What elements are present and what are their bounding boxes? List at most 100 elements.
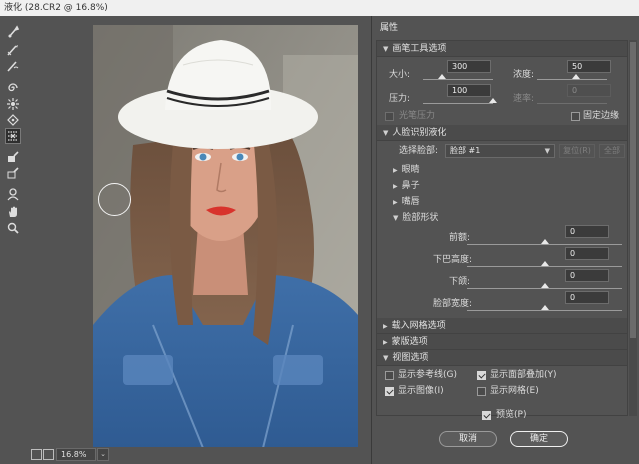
jawline-field[interactable]: 0 bbox=[565, 269, 609, 282]
rate-slider-track bbox=[537, 103, 607, 104]
properties-scroll-area[interactable]: ▼ 画笔工具选项 大小: 300 浓度: 50 压力: 100 速率: 0 光笔压… bbox=[376, 40, 628, 416]
face-width-slider-thumb[interactable] bbox=[541, 305, 549, 310]
face-aware-section[interactable]: ▼ 人脸识别液化 bbox=[377, 125, 627, 141]
size-label: 大小: bbox=[389, 70, 411, 80]
select-face-label: 选择脸部: bbox=[399, 146, 439, 156]
show-guides-label: 显示参考线(G) bbox=[398, 370, 457, 380]
rate-label: 速率: bbox=[513, 94, 535, 104]
properties-panel: 属性 ▼ 画笔工具选项 大小: 300 浓度: 50 压力: 100 速率: 0 … bbox=[371, 16, 639, 464]
show-mesh-checkbox[interactable] bbox=[477, 387, 486, 396]
zoom-dropdown[interactable]: ⌄ bbox=[97, 448, 109, 461]
size-field[interactable]: 300 bbox=[447, 60, 491, 73]
nose-subsection[interactable]: ▶ 鼻子 bbox=[393, 179, 420, 193]
face-tool-icon[interactable] bbox=[5, 186, 21, 202]
show-image-checkbox[interactable] bbox=[385, 387, 394, 396]
section-title: 蒙版选项 bbox=[391, 337, 428, 347]
bloat-tool-icon[interactable] bbox=[5, 112, 21, 128]
forehead-slider-thumb[interactable] bbox=[541, 239, 549, 244]
jawline-slider-thumb[interactable] bbox=[541, 283, 549, 288]
forehead-field[interactable]: 0 bbox=[565, 225, 609, 238]
thaw-mask-tool-icon[interactable] bbox=[5, 165, 21, 181]
pressure-field[interactable]: 100 bbox=[447, 84, 491, 97]
show-mesh-label: 显示网格(E) bbox=[490, 386, 539, 396]
select-face-dropdown[interactable]: 脸部 #1 ▼ bbox=[445, 144, 555, 158]
stylus-pressure-checkbox bbox=[385, 112, 394, 121]
forward-warp-tool-icon[interactable] bbox=[5, 24, 21, 40]
size-slider-thumb[interactable] bbox=[438, 74, 446, 79]
rate-field: 0 bbox=[567, 84, 611, 97]
pucker-tool-icon[interactable] bbox=[5, 96, 21, 112]
expanded-triangle-icon: ▼ bbox=[383, 45, 389, 53]
mouth-label: 嘴唇 bbox=[401, 197, 420, 207]
preview-canvas[interactable] bbox=[26, 16, 370, 448]
pin-edges-label: 固定边缘 bbox=[583, 111, 620, 121]
chin-height-slider-track[interactable] bbox=[467, 266, 622, 267]
chin-height-slider-thumb[interactable] bbox=[541, 261, 549, 266]
ok-button[interactable]: 确定 bbox=[510, 431, 568, 447]
mask-section[interactable]: ▶ 蒙版选项 bbox=[377, 334, 627, 350]
brush-options-section[interactable]: ▼ 画笔工具选项 bbox=[377, 41, 627, 57]
tools-toolbar bbox=[0, 16, 26, 464]
mouth-subsection[interactable]: ▶ 嘴唇 bbox=[393, 195, 420, 209]
zoom-tool-icon[interactable] bbox=[5, 220, 21, 236]
smooth-tool-icon[interactable] bbox=[5, 58, 21, 74]
status-bar: 16.8% ⌄ bbox=[26, 447, 370, 464]
show-face-overlay-checkbox[interactable] bbox=[477, 371, 486, 380]
show-face-overlay-label: 显示面部叠加(Y) bbox=[490, 370, 557, 380]
show-image-label: 显示图像(I) bbox=[398, 386, 444, 396]
zoom-out-icon[interactable] bbox=[31, 449, 42, 460]
push-left-tool-icon[interactable] bbox=[5, 128, 21, 144]
section-title: 画笔工具选项 bbox=[392, 44, 447, 54]
collapsed-triangle-icon: ▶ bbox=[393, 199, 398, 206]
load-mesh-section[interactable]: ▶ 载入网格选项 bbox=[377, 318, 627, 334]
expanded-triangle-icon: ▼ bbox=[383, 354, 389, 362]
density-label: 浓度: bbox=[513, 70, 535, 80]
collapsed-triangle-icon: ▶ bbox=[383, 339, 388, 346]
face-shape-subsection[interactable]: ▼ 脸部形状 bbox=[393, 211, 438, 225]
view-options-section[interactable]: ▼ 视图选项 bbox=[377, 350, 627, 366]
density-slider-track[interactable] bbox=[537, 79, 607, 80]
pressure-label: 压力: bbox=[389, 94, 411, 104]
pressure-slider-track[interactable] bbox=[423, 103, 493, 104]
brush-cursor bbox=[98, 183, 131, 216]
eyes-subsection[interactable]: ▶ 眼睛 bbox=[393, 163, 420, 177]
collapsed-triangle-icon: ▶ bbox=[393, 183, 398, 190]
pressure-slider-thumb[interactable] bbox=[489, 98, 497, 103]
reset-button: 复位(R) bbox=[559, 144, 595, 158]
hand-tool-icon[interactable] bbox=[5, 204, 21, 220]
select-face-value: 脸部 #1 bbox=[450, 146, 481, 155]
face-shape-label: 脸部形状 bbox=[402, 213, 439, 223]
chevron-down-icon: ▼ bbox=[544, 147, 550, 155]
pin-edges-checkbox[interactable] bbox=[571, 112, 580, 121]
section-title: 人脸识别液化 bbox=[392, 128, 447, 138]
nose-label: 鼻子 bbox=[401, 181, 420, 191]
collapsed-triangle-icon: ▶ bbox=[393, 167, 398, 174]
preview-checkbox[interactable] bbox=[482, 411, 491, 420]
eyes-label: 眼睛 bbox=[401, 165, 420, 175]
stylus-pressure-label: 光笔压力 bbox=[399, 111, 436, 121]
panel-title: 属性 bbox=[380, 23, 399, 33]
zoom-field[interactable]: 16.8% bbox=[56, 448, 96, 461]
jawline-slider-track[interactable] bbox=[467, 288, 622, 289]
face-width-slider-track[interactable] bbox=[467, 310, 622, 311]
size-slider-track[interactable] bbox=[423, 79, 493, 80]
section-title: 视图选项 bbox=[392, 353, 429, 363]
section-title: 载入网格选项 bbox=[391, 321, 446, 331]
density-slider-thumb[interactable] bbox=[572, 74, 580, 79]
show-guides-checkbox[interactable] bbox=[385, 371, 394, 380]
collapsed-triangle-icon: ▶ bbox=[383, 323, 388, 330]
expanded-triangle-icon: ▼ bbox=[393, 214, 399, 222]
reconstruct-tool-icon[interactable] bbox=[5, 42, 21, 58]
preview-label: 预览(P) bbox=[496, 410, 527, 420]
cancel-button[interactable]: 取消 bbox=[439, 431, 497, 447]
freeze-mask-tool-icon[interactable] bbox=[5, 149, 21, 165]
twirl-tool-icon[interactable] bbox=[5, 80, 21, 96]
chin-height-field[interactable]: 0 bbox=[565, 247, 609, 260]
density-field[interactable]: 50 bbox=[567, 60, 611, 73]
face-width-field[interactable]: 0 bbox=[565, 291, 609, 304]
forehead-slider-track[interactable] bbox=[467, 244, 622, 245]
panel-scrollbar[interactable] bbox=[629, 40, 637, 416]
zoom-in-icon[interactable] bbox=[43, 449, 54, 460]
expanded-triangle-icon: ▼ bbox=[383, 129, 389, 137]
scrollbar-thumb[interactable] bbox=[630, 42, 636, 338]
